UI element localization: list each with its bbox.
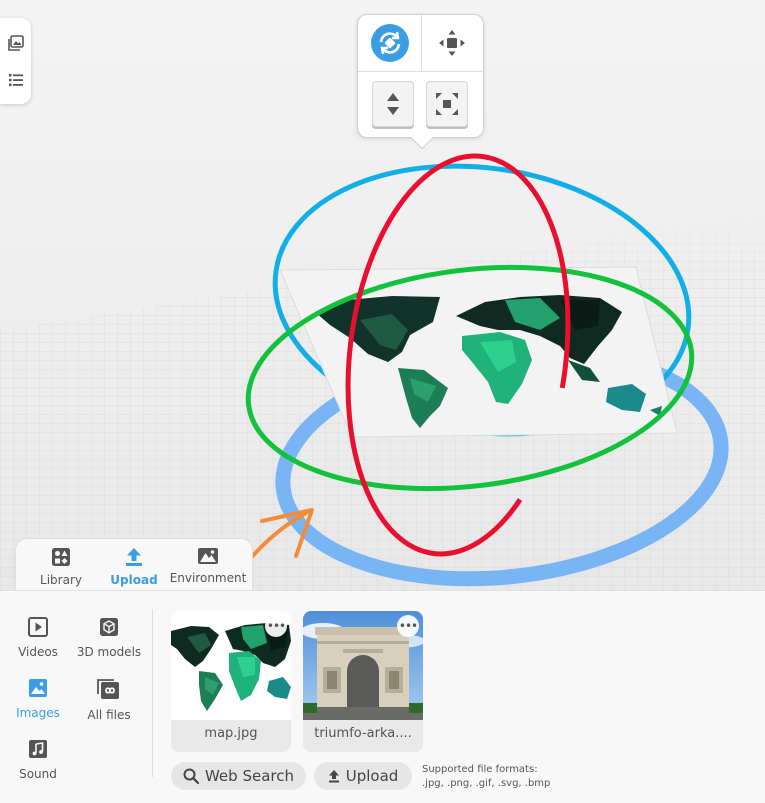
vertical-move-button[interactable] — [372, 81, 414, 127]
list-icon[interactable] — [5, 69, 27, 91]
category-images[interactable]: Images — [3, 678, 73, 734]
category-label: Sound — [19, 767, 57, 781]
cube-icon — [100, 618, 118, 636]
infinity-icon — [97, 679, 119, 699]
popover-divider — [358, 71, 483, 72]
upload-icon — [328, 770, 339, 783]
tab-upload[interactable]: Upload — [100, 539, 168, 593]
web-search-label: Web Search — [204, 767, 294, 785]
gallery-icon[interactable] — [5, 32, 27, 54]
category-3d-models[interactable]: 3D models — [74, 617, 144, 673]
asset-tabs: Library Upload Environment — [15, 538, 253, 592]
upload-button[interactable]: Upload — [314, 762, 412, 790]
upload-icon — [126, 548, 142, 566]
environment-icon — [198, 548, 218, 564]
popover-divider — [421, 15, 422, 71]
move-icon — [439, 30, 465, 56]
tab-label: Library — [40, 573, 82, 587]
tab-environment[interactable]: Environment — [168, 539, 248, 593]
asset-options-button[interactable]: ••• — [397, 615, 419, 637]
category-label: 3D models — [76, 645, 142, 659]
category-label: Images — [16, 706, 60, 720]
upload-label: Upload — [345, 767, 399, 785]
music-icon — [29, 740, 47, 758]
asset-card-triumph-arch[interactable]: ••• triumfo-arka.... — [303, 611, 423, 752]
category-videos[interactable]: Videos — [3, 617, 73, 673]
rotate-button[interactable] — [368, 21, 412, 65]
asset-name: map.jpg — [204, 726, 258, 741]
asset-options-button[interactable]: ••• — [265, 615, 287, 637]
asset-card-map[interactable]: ••• map.jpg — [171, 611, 291, 752]
tab-library[interactable]: Library — [24, 539, 98, 593]
category-label: All files — [87, 708, 131, 722]
formats-list: .jpg, .png, .gif, .svg, .bmp — [422, 778, 551, 789]
category-all-files[interactable]: All files — [74, 678, 144, 734]
transform-popover — [357, 14, 484, 150]
category-sound[interactable]: Sound — [3, 739, 73, 795]
video-icon — [28, 617, 48, 637]
library-icon — [52, 548, 70, 566]
category-label: Videos — [18, 645, 58, 659]
rotate-icon — [371, 24, 409, 62]
move-button[interactable] — [430, 21, 474, 65]
tab-label: Environment — [169, 571, 247, 585]
scene-viewport[interactable] — [0, 0, 765, 590]
search-icon — [183, 768, 199, 784]
side-toolbar — [0, 18, 31, 104]
formats-heading: Supported file formats: — [422, 764, 538, 775]
supported-formats: Supported file formats: .jpg, .png, .gif… — [422, 763, 550, 791]
tab-label: Upload — [110, 573, 158, 587]
asset-name: triumfo-arka.... — [314, 726, 412, 741]
asset-panel: Videos 3D models Images All files Sound … — [0, 590, 765, 803]
scale-icon — [436, 93, 458, 115]
category-divider — [152, 609, 153, 777]
web-search-button[interactable]: Web Search — [171, 762, 306, 790]
scale-button[interactable] — [426, 81, 468, 127]
vertical-move-icon — [387, 93, 399, 115]
image-icon — [29, 679, 47, 697]
